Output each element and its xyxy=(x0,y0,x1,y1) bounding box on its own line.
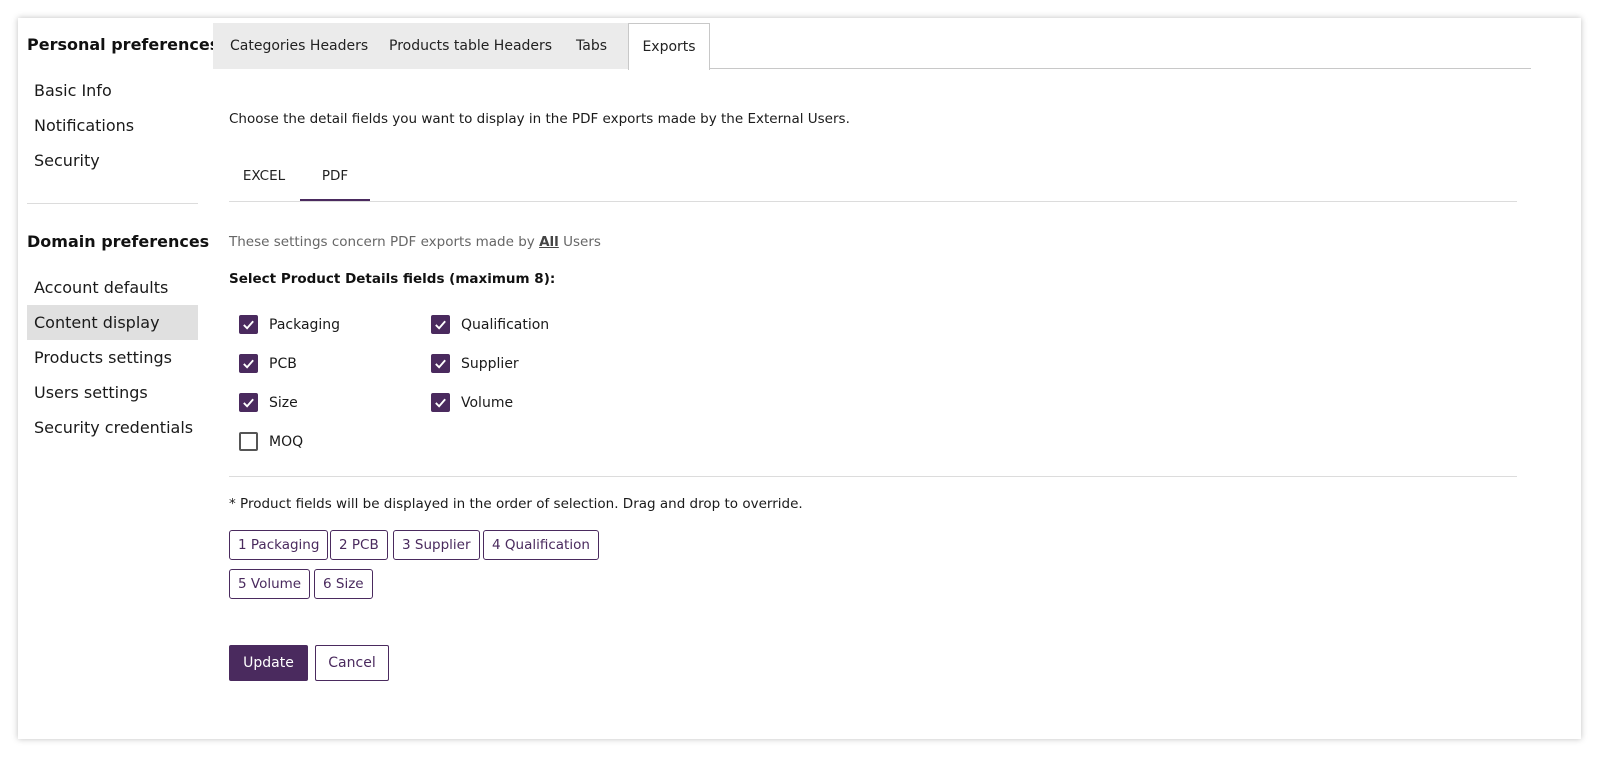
checkbox-label: Size xyxy=(269,394,298,411)
field-checkbox-pcb[interactable]: PCB xyxy=(239,354,297,373)
checkbox-checked-icon[interactable] xyxy=(239,315,258,334)
exports-intro-text: Choose the detail fields you want to dis… xyxy=(229,111,850,127)
update-button[interactable]: Update xyxy=(229,645,308,681)
checkbox-unchecked-icon[interactable] xyxy=(239,432,258,451)
field-checkbox-size[interactable]: Size xyxy=(239,393,298,412)
order-chip-packaging[interactable]: 1 Packaging xyxy=(229,530,329,560)
sidebar-item-notifications[interactable]: Notifications xyxy=(27,108,198,143)
checkbox-checked-icon[interactable] xyxy=(431,393,450,412)
preferences-card: Personal preferences Basic Info Notifica… xyxy=(18,18,1581,739)
settings-tabs: Categories Headers Products table Header… xyxy=(213,23,1531,70)
tab-tabs[interactable]: Tabs xyxy=(576,23,607,69)
domain-preferences-title: Domain preferences xyxy=(27,232,210,251)
subtab-pdf[interactable]: PDF xyxy=(300,158,370,201)
tab-exports[interactable]: Exports xyxy=(628,23,710,70)
checkbox-checked-icon[interactable] xyxy=(431,354,450,373)
field-checkbox-qualification[interactable]: Qualification xyxy=(431,315,549,334)
field-checkbox-moq[interactable]: MOQ xyxy=(239,432,303,451)
sidebar-item-users-settings[interactable]: Users settings xyxy=(27,375,198,410)
checkbox-label: Volume xyxy=(461,394,514,411)
field-checkbox-packaging[interactable]: Packaging xyxy=(239,315,340,334)
personal-preferences-title: Personal preferences xyxy=(27,35,220,54)
order-chip-volume[interactable]: 5 Volume xyxy=(229,569,311,599)
subtab-excel[interactable]: EXCEL xyxy=(229,158,299,200)
checkbox-checked-icon[interactable] xyxy=(239,393,258,412)
tab-products-table-headers[interactable]: Products table Headers xyxy=(389,23,552,69)
sidebar-item-content-display[interactable]: Content display xyxy=(27,305,198,340)
order-chip-qualification[interactable]: 4 Qualification xyxy=(483,530,599,560)
checkbox-label: Packaging xyxy=(269,316,341,333)
tab-categories-headers[interactable]: Categories Headers xyxy=(230,23,368,69)
order-chip-pcb[interactable]: 2 PCB xyxy=(330,530,388,560)
sidebar-item-security-credentials[interactable]: Security credentials xyxy=(27,410,198,445)
settings-scope-note: These settings concern PDF exports made … xyxy=(229,234,601,250)
sidebar-item-products-settings[interactable]: Products settings xyxy=(27,340,198,375)
checkbox-label: PCB xyxy=(269,355,297,372)
note-prefix: These settings concern PDF exports made … xyxy=(229,234,535,250)
checkbox-checked-icon[interactable] xyxy=(239,354,258,373)
note-emphasis: All xyxy=(539,234,559,250)
order-chip-supplier[interactable]: 3 Supplier xyxy=(393,530,480,560)
field-checkbox-supplier[interactable]: Supplier xyxy=(431,354,519,373)
section-divider xyxy=(229,476,1517,477)
order-chip-size[interactable]: 6 Size xyxy=(314,569,373,599)
checkbox-checked-icon[interactable] xyxy=(431,315,450,334)
sidebar-item-account-defaults[interactable]: Account defaults xyxy=(27,270,198,305)
cancel-button[interactable]: Cancel xyxy=(315,645,389,681)
sidebar-item-security[interactable]: Security xyxy=(27,143,198,178)
sidebar-divider xyxy=(27,203,198,204)
checkbox-label: Supplier xyxy=(461,355,519,372)
checkbox-label: MOQ xyxy=(269,433,304,450)
order-note: * Product fields will be displayed in th… xyxy=(229,496,803,512)
export-format-tabs: EXCEL PDF xyxy=(229,158,1517,202)
note-suffix: Users xyxy=(563,234,601,250)
select-fields-title: Select Product Details fields (maximum 8… xyxy=(229,271,556,287)
sidebar-item-basic-info[interactable]: Basic Info xyxy=(27,73,198,108)
field-checkbox-volume[interactable]: Volume xyxy=(431,393,513,412)
checkbox-label: Qualification xyxy=(461,316,550,333)
